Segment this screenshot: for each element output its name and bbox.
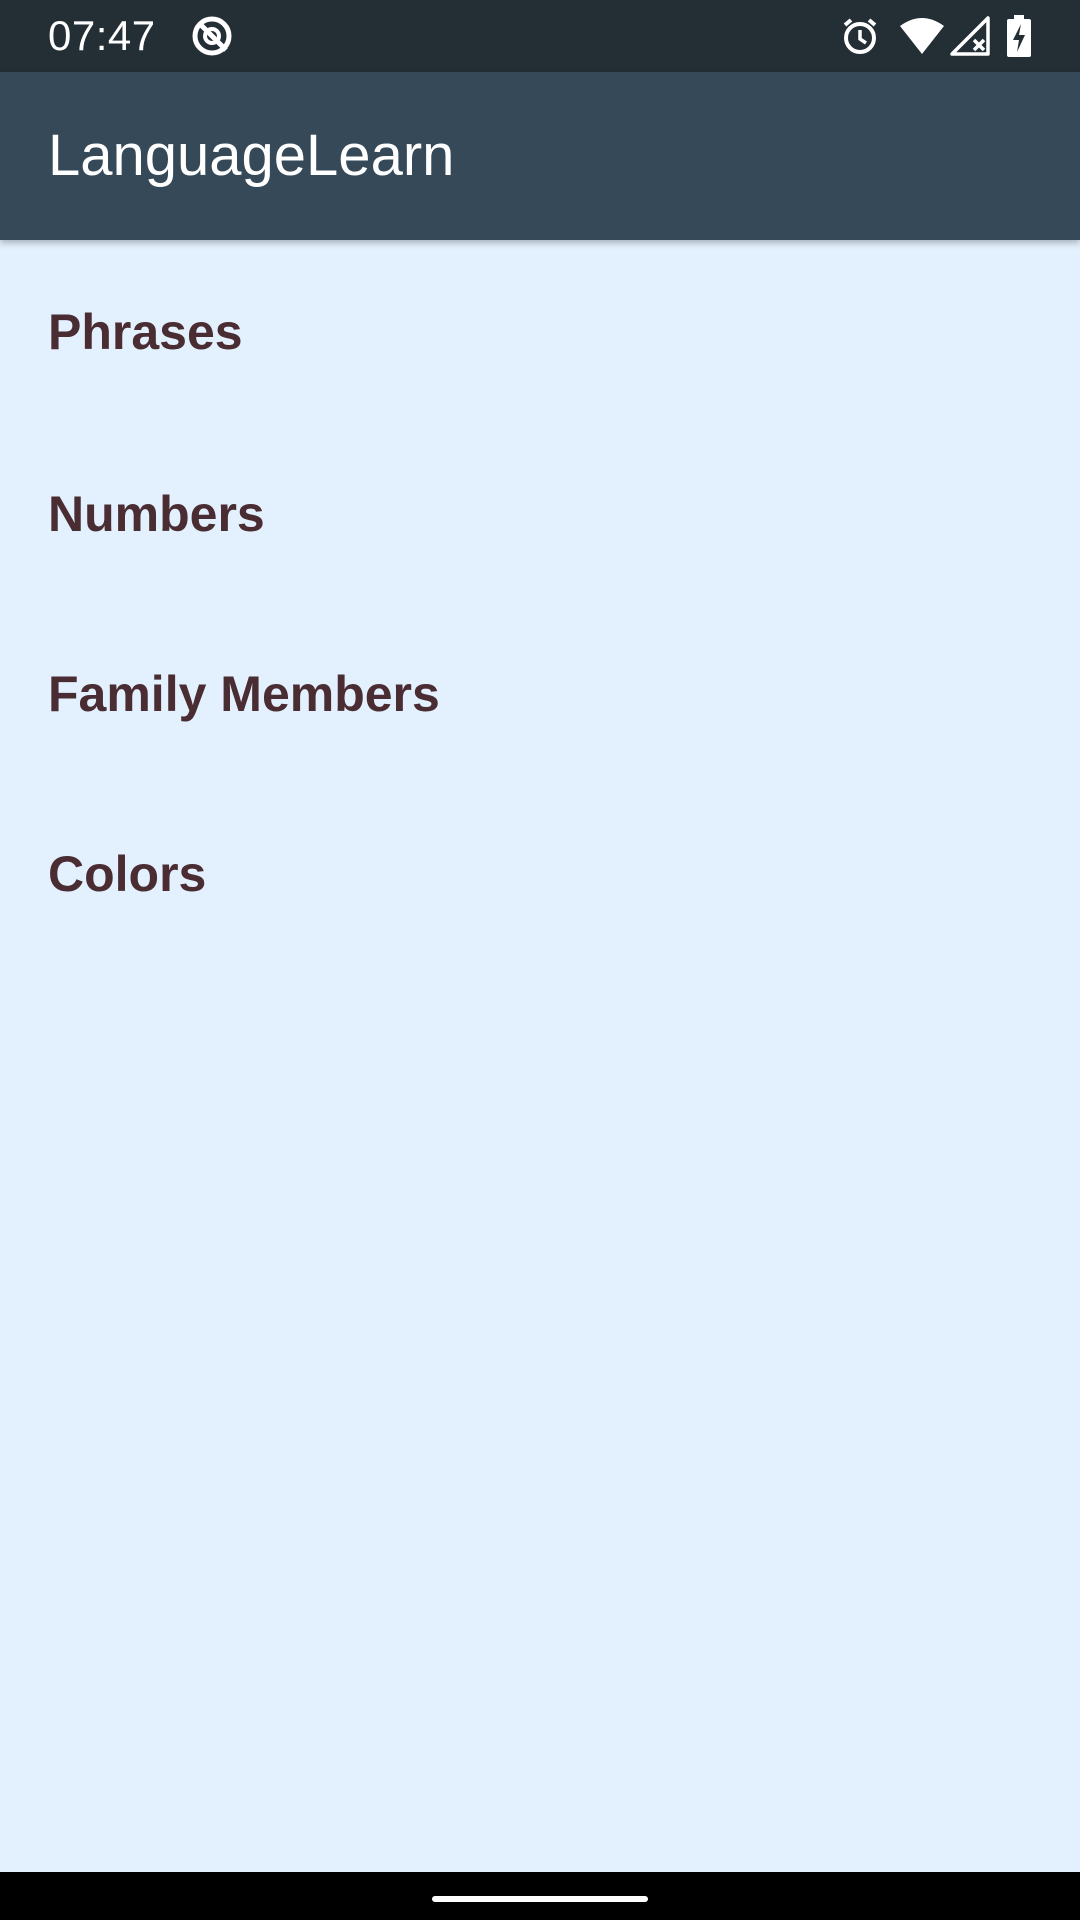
- cellular-no-signal-icon: [950, 0, 990, 72]
- category-item-family-members[interactable]: Family Members: [0, 604, 1080, 784]
- status-time: 07:47: [48, 12, 156, 59]
- category-item-numbers[interactable]: Numbers: [0, 424, 1080, 604]
- alarm-icon: [840, 0, 880, 72]
- navigation-bar: [0, 1872, 1080, 1920]
- status-bar: 07:47: [0, 0, 1080, 72]
- category-list: Phrases Numbers Family Members Colors: [0, 240, 1080, 964]
- category-item-colors[interactable]: Colors: [0, 784, 1080, 964]
- app-bar: LanguageLearn: [0, 72, 1080, 240]
- app-title: LanguageLearn: [48, 123, 455, 188]
- sync-disabled-icon: [190, 0, 234, 72]
- home-gesture-handle[interactable]: [432, 1896, 648, 1902]
- category-item-phrases[interactable]: Phrases: [0, 240, 1080, 424]
- battery-charging-icon: [1006, 0, 1032, 72]
- wifi-icon: [898, 0, 946, 72]
